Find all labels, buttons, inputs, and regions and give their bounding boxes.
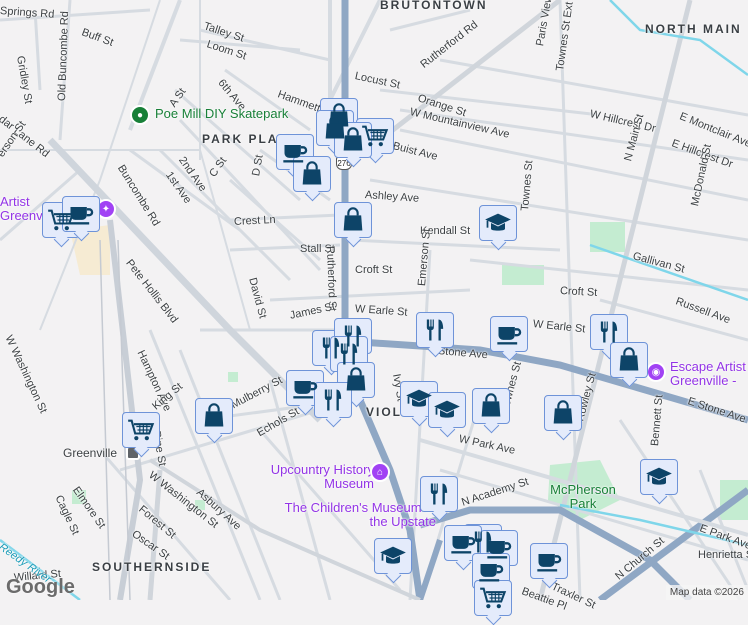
- shopping-bag-icon: [339, 206, 367, 234]
- map-marker-school[interactable]: [374, 538, 412, 574]
- restaurant-icon: [425, 480, 453, 508]
- camera-pin-icon[interactable]: ◉: [646, 362, 666, 382]
- coffee-cup-icon: [449, 529, 477, 557]
- grocery-cart-icon: [127, 416, 155, 444]
- map-marker-shopping-bag[interactable]: [472, 388, 510, 424]
- map-marker-coffee-cup[interactable]: [62, 196, 100, 232]
- school-icon: [379, 542, 407, 570]
- shopping-bag-icon: [477, 392, 505, 420]
- poi-skatepark[interactable]: Poe Mill DIY Skatepark: [155, 107, 288, 121]
- shopping-bag-icon: [339, 126, 367, 154]
- restaurant-icon: [421, 316, 449, 344]
- map-marker-grocery-cart[interactable]: [122, 412, 160, 448]
- map-marker-coffee-cup[interactable]: [490, 316, 528, 352]
- shopping-bag-icon: [615, 346, 643, 374]
- map-data-attribution[interactable]: Map data ©2026: [665, 585, 748, 600]
- map-marker-shopping-bag[interactable]: [544, 395, 582, 431]
- map-marker-shopping-bag[interactable]: [293, 156, 331, 192]
- google-logo: Google: [6, 576, 75, 598]
- street-label: Croft St: [559, 285, 598, 299]
- map-marker-school[interactable]: [479, 205, 517, 241]
- map-marker-restaurant[interactable]: [416, 312, 454, 348]
- shopping-bag-icon: [549, 399, 577, 427]
- school-icon: [433, 396, 461, 424]
- map-marker-grocery-cart[interactable]: [474, 580, 512, 616]
- coffee-cup-icon: [535, 547, 563, 575]
- park-pin-icon[interactable]: ●: [130, 105, 150, 125]
- restaurant-icon: [319, 386, 347, 414]
- neighborhood-label: SOUTHERNSIDE: [92, 560, 212, 574]
- neighborhood-label: NORTH MAIN: [645, 22, 742, 36]
- shopping-bag-icon: [200, 402, 228, 430]
- grocery-cart-icon: [479, 584, 507, 612]
- neighborhood-label: BRUTONTOWN: [380, 0, 488, 12]
- school-icon: [405, 385, 433, 413]
- school-icon: [645, 463, 673, 491]
- map-marker-coffee-cup[interactable]: [530, 543, 568, 579]
- map-marker-coffee-cup[interactable]: [444, 525, 482, 561]
- street-label: Henrietta St: [698, 549, 748, 561]
- map-marker-restaurant[interactable]: [590, 314, 628, 350]
- map-marker-shopping-bag[interactable]: [195, 398, 233, 434]
- map-marker-school[interactable]: [428, 392, 466, 428]
- school-icon: [484, 209, 512, 237]
- map-marker-shopping-bag[interactable]: [334, 122, 372, 158]
- coffee-cup-icon: [67, 200, 95, 228]
- map-marker-school[interactable]: [640, 459, 678, 495]
- poi-escape[interactable]: Escape Artist Greenville - D: [670, 360, 748, 390]
- coffee-cup-icon: [291, 374, 319, 402]
- street-label: Croft St: [355, 264, 393, 276]
- map-marker-shopping-bag[interactable]: [610, 342, 648, 378]
- street-label: Crest Ln: [233, 213, 276, 228]
- map-marker-shopping-bag[interactable]: [334, 202, 372, 238]
- poi-mcpherson[interactable]: McPherson Park: [545, 483, 621, 511]
- coffee-cup-icon: [495, 320, 523, 348]
- poi-upcountry[interactable]: Upcountry History Museum: [264, 463, 374, 491]
- shopping-bag-icon: [298, 160, 326, 188]
- museum-pin-icon[interactable]: ⌂: [370, 462, 390, 482]
- coffee-cup-icon: [477, 557, 505, 585]
- restaurant-icon: [335, 340, 363, 368]
- map-marker-restaurant[interactable]: [420, 476, 458, 512]
- restaurant-icon: [595, 318, 623, 346]
- station-label[interactable]: Greenville: [63, 446, 117, 460]
- poi-childrens[interactable]: The Children's Museum of the Upstate: [276, 501, 436, 529]
- map-marker-restaurant[interactable]: [314, 382, 352, 418]
